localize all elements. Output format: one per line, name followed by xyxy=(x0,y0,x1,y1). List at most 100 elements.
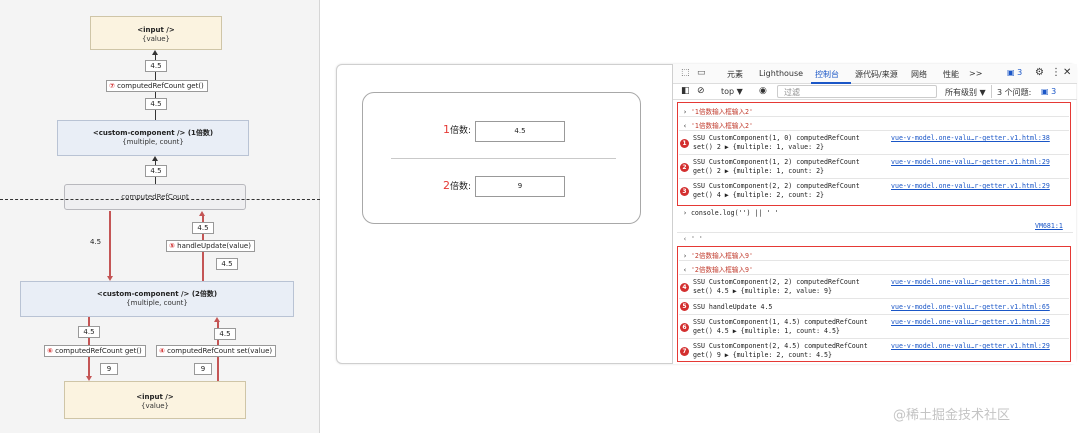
devtools-panel: ⬚ ▭ 元素 Lighthouse 控制台 源代码/来源 网络 性能 >> ▣ … xyxy=(672,64,1077,364)
sidebar-toggle-icon[interactable]: ◧ xyxy=(681,86,690,96)
step-7-icon: ⑦ xyxy=(109,82,115,90)
badge-4-icon: 4 xyxy=(680,283,689,292)
more-vert-icon[interactable]: ⋮ xyxy=(1051,67,1061,78)
log-separator xyxy=(679,314,1069,315)
step-4-icon: ④ xyxy=(159,347,165,355)
multiple-form-card: 1倍数: 4.5 2倍数: 9 xyxy=(362,92,641,224)
field-1-label-text: 倍数: xyxy=(450,126,472,136)
tab-more[interactable]: >> xyxy=(969,69,982,78)
field-2-label: 2倍数: xyxy=(443,179,471,192)
value-box: 4.5 xyxy=(145,98,167,110)
log-string: '1倍数输入框输入2' xyxy=(690,108,753,116)
filter-input[interactable]: 过滤 xyxy=(777,85,937,98)
return-text: ' ' xyxy=(690,235,703,243)
context-select[interactable]: top ▼ xyxy=(721,87,743,96)
log-entry-4a: SSU CustomComponent(2, 2) computedRefCou… xyxy=(693,278,860,286)
toolbar-separator xyxy=(991,85,992,98)
vm-link[interactable]: VM681:1 xyxy=(1035,222,1063,230)
log-entry-1a: SSU CustomComponent(1, 0) computedRefCou… xyxy=(693,134,860,142)
badge-1-icon: 1 xyxy=(680,139,689,148)
custom-component-1-node: <custom-component /> (1倍数) {multiple, co… xyxy=(57,120,249,156)
value-box: 4.5 xyxy=(216,258,238,270)
custom-component-2-sub: {multiple, count} xyxy=(126,299,188,307)
tab-console[interactable]: 控制台 xyxy=(815,69,839,80)
label-computed-get-7: ⑦ computedRefCount get() xyxy=(106,80,208,92)
settings-gear-icon[interactable]: ⚙ xyxy=(1035,67,1044,78)
source-link[interactable]: vue-v-model.one-valu…r-getter.v1.html:29 xyxy=(891,318,1050,326)
log-entry-2a: SSU CustomComponent(1, 2) computedRefCou… xyxy=(693,158,860,166)
source-link[interactable]: vue-v-model.one-valu…r-getter.v1.html:65 xyxy=(891,303,1050,311)
console-return-line: ‹ ' ' xyxy=(683,235,703,243)
input-node-top: <input /> {value} xyxy=(90,16,222,50)
tab-network[interactable]: 网络 xyxy=(911,69,927,80)
console-input-line: › '1倍数输入框输入2' xyxy=(683,108,753,116)
label-text: handleUpdate(value) xyxy=(177,242,251,250)
log-entry-2b: get() 2 ▶ {multiple: 1, count: 2} xyxy=(693,167,825,175)
field-2-label-text: 倍数: xyxy=(450,182,472,192)
clear-console-icon[interactable]: ⊘ xyxy=(697,86,705,96)
messages-count: 3 xyxy=(1017,68,1023,77)
input-node-top-sub: {value} xyxy=(141,35,171,43)
badge-3-icon: 3 xyxy=(680,187,689,196)
log-entry-5a: SSU handleUpdate 4.5 xyxy=(693,303,773,311)
inspect-icon[interactable]: ⬚ xyxy=(681,68,690,78)
close-icon[interactable]: ✕ xyxy=(1063,67,1071,78)
label-text: computedRefCount get() xyxy=(117,82,204,90)
log-separator xyxy=(679,298,1069,299)
badge-5-icon: 5 xyxy=(680,302,689,311)
label-computed-get-6: ⑥ computedRefCount get() xyxy=(44,345,146,357)
field-2-number: 2 xyxy=(443,179,450,192)
log-separator xyxy=(679,116,1069,117)
issues-label[interactable]: 3 个问题: xyxy=(997,87,1031,98)
log-entry-3a: SSU CustomComponent(2, 2) computedRefCou… xyxy=(693,182,860,190)
issues-badge[interactable]: ▣ 3 xyxy=(1041,87,1056,96)
log-string: '2倍数输入框输入9' xyxy=(690,252,753,260)
value-box: 9 xyxy=(194,363,212,375)
field-2-input[interactable]: 9 xyxy=(475,176,565,197)
watermark: @稀土掘金技术社区 xyxy=(893,408,1011,423)
messages-badge[interactable]: ▣ 3 xyxy=(1007,68,1022,77)
computed-ref-count-label: computedRefCount xyxy=(121,193,189,201)
console-result-line: ‹ '1倍数输入框输入2' xyxy=(683,122,753,130)
label-text: computedRefCount set(value) xyxy=(167,347,273,355)
source-link[interactable]: vue-v-model.one-valu…r-getter.v1.html:38 xyxy=(891,134,1050,142)
log-entry-6b: get() 4.5 ▶ {multiple: 1, count: 4.5} xyxy=(693,327,840,335)
field-1-input[interactable]: 4.5 xyxy=(475,121,565,142)
log-separator xyxy=(679,274,1069,275)
card-divider xyxy=(391,158,616,159)
issues-count: 3 xyxy=(1051,87,1057,96)
input-node-bottom-sub: {value} xyxy=(140,402,170,410)
tab-sources[interactable]: 源代码/来源 xyxy=(855,69,898,80)
log-separator xyxy=(679,338,1069,339)
source-link[interactable]: vue-v-model.one-valu…r-getter.v1.html:29 xyxy=(891,342,1050,350)
data-flow-diagram: <input /> {value} 4.5 ⑦ computedRefCount… xyxy=(0,0,320,433)
log-separator xyxy=(677,232,1073,233)
eye-icon[interactable]: ◉ xyxy=(759,86,767,96)
badge-6-icon: 6 xyxy=(680,323,689,332)
command-text: console.log('') || ' ' xyxy=(690,209,779,217)
source-link[interactable]: vue-v-model.one-valu…r-getter.v1.html:29 xyxy=(891,182,1050,190)
log-separator xyxy=(679,154,1069,155)
step-5-icon: ⑤ xyxy=(169,242,175,250)
filter-placeholder: 过滤 xyxy=(784,88,800,97)
log-entry-1b: set() 2 ▶ {multiple: 1, value: 2} xyxy=(693,143,825,151)
tab-elements[interactable]: 元素 xyxy=(727,69,743,80)
custom-component-2-title: <custom-component /> (2倍数) xyxy=(96,290,218,298)
device-toggle-icon[interactable]: ▭ xyxy=(697,68,706,78)
field-1-label: 1倍数: xyxy=(443,123,471,136)
source-link[interactable]: vue-v-model.one-valu…r-getter.v1.html:29 xyxy=(891,158,1050,166)
tab-lighthouse[interactable]: Lighthouse xyxy=(759,69,803,78)
input-node-bottom-title: <input /> xyxy=(136,393,174,401)
value-box: 9 xyxy=(100,363,118,375)
levels-select[interactable]: 所有级别 ▼ xyxy=(945,87,986,98)
custom-component-1-title: <custom-component /> (1倍数) xyxy=(92,129,214,137)
source-link[interactable]: vue-v-model.one-valu…r-getter.v1.html:38 xyxy=(891,278,1050,286)
log-entry-7b: get() 9 ▶ {multiple: 2, count: 4.5} xyxy=(693,351,832,359)
log-separator xyxy=(679,260,1069,261)
console-input-line: › '2倍数输入框输入9' xyxy=(683,252,753,260)
label-computed-set-4: ④ computedRefCount set(value) xyxy=(156,345,277,357)
badge-2-icon: 2 xyxy=(680,163,689,172)
custom-component-1-sub: {multiple, count} xyxy=(122,138,184,146)
tab-performance[interactable]: 性能 xyxy=(943,69,959,80)
log-string: '2倍数输入框输入9' xyxy=(690,266,753,274)
